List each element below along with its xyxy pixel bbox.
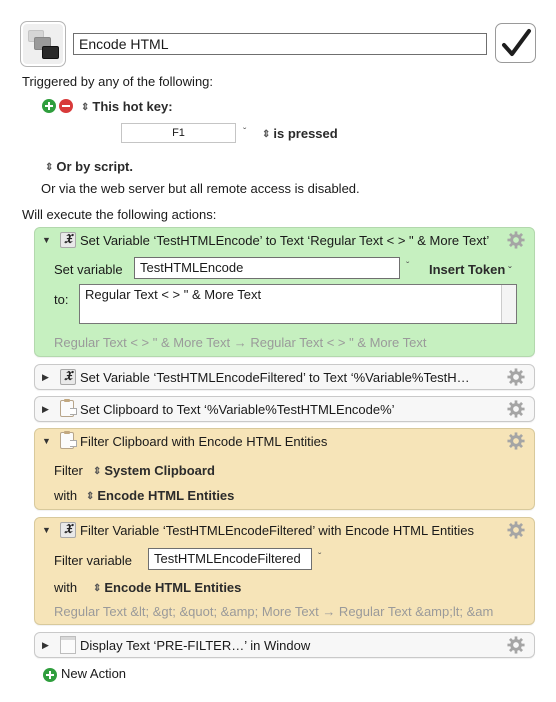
window-icon bbox=[60, 636, 76, 654]
gear-icon[interactable] bbox=[507, 636, 525, 654]
gear-icon[interactable] bbox=[507, 521, 525, 539]
updown-arrows-icon: ⇕ bbox=[93, 583, 102, 594]
updown-arrows-icon: ⇕ bbox=[93, 466, 102, 477]
with-label: with bbox=[54, 488, 78, 503]
triggers-heading: Triggered by any of the following: bbox=[22, 74, 214, 89]
hotkey-trigger-label: This hot key: bbox=[92, 99, 173, 114]
variable-x-icon: 𝔛 bbox=[60, 369, 76, 385]
action-title: Set Variable ‘TestHTMLEncodeFiltered’ to… bbox=[80, 370, 470, 385]
updown-arrows-icon: ⇕ bbox=[86, 491, 95, 502]
action-title: Filter Variable ‘TestHTMLEncodeFiltered’… bbox=[80, 523, 474, 538]
action-set-variable-filtered[interactable]: ▶ 𝔛 Set Variable ‘TestHTMLEncodeFiltered… bbox=[34, 364, 535, 390]
action-title: Set Variable ‘TestHTMLEncode’ to Text ‘R… bbox=[80, 233, 490, 248]
filter-label: Filter bbox=[54, 463, 83, 478]
filter-source-popup[interactable]: ⇕ System Clipboard bbox=[93, 463, 215, 478]
script-trigger-popup[interactable]: ⇕ Or by script. bbox=[45, 159, 133, 174]
with-label: with bbox=[54, 580, 78, 595]
hotkey-chevron-down-icon[interactable]: ˇ bbox=[243, 127, 246, 138]
filter-type-popup[interactable]: ⇕ Encode HTML Entities bbox=[86, 488, 234, 503]
window-shape bbox=[42, 46, 59, 59]
macro-icon[interactable] bbox=[20, 21, 66, 67]
hotkey-condition-popup[interactable]: ⇕ is pressed bbox=[262, 126, 338, 141]
variable-chevron-down-icon[interactable]: ˇ bbox=[318, 552, 321, 563]
action-header[interactable]: ▼ Filter Clipboard with Encode HTML Enti… bbox=[35, 429, 534, 453]
web-server-note: Or via the web server but all remote acc… bbox=[41, 181, 360, 196]
action-header[interactable]: ▼ 𝔛 Set Variable ‘TestHTMLEncode’ to Tex… bbox=[35, 228, 534, 252]
insert-token-label: Insert Token bbox=[429, 262, 506, 277]
filter-type-value: Encode HTML Entities bbox=[97, 488, 235, 503]
hotkey-input[interactable]: F1 bbox=[121, 123, 236, 143]
gear-icon[interactable] bbox=[507, 432, 525, 450]
script-trigger-label: Or by script. bbox=[56, 159, 133, 174]
filter-variable-label: Filter variable bbox=[54, 553, 133, 568]
action-display-text[interactable]: ▶ Display Text ‘PRE-FILTER…’ in Window bbox=[34, 632, 535, 658]
action-header[interactable]: ▶ Set Clipboard to Text ‘%Variable%TestH… bbox=[35, 397, 534, 421]
plus-circle-icon[interactable] bbox=[42, 99, 56, 113]
hotkey-condition-label: is pressed bbox=[273, 126, 338, 141]
action-filter-clipboard[interactable]: ▼ Filter Clipboard with Encode HTML Enti… bbox=[34, 428, 535, 510]
filter-type-value: Encode HTML Entities bbox=[104, 580, 242, 595]
checkmark-icon bbox=[502, 29, 531, 56]
action-preview: Regular Text &lt; &gt; &quot; &amp; More… bbox=[54, 604, 494, 619]
disclosure-triangle-expanded-icon[interactable]: ▼ bbox=[42, 235, 51, 245]
macro-name-input[interactable]: Encode HTML bbox=[73, 33, 487, 55]
action-title: Filter Clipboard with Encode HTML Entiti… bbox=[80, 434, 328, 449]
filter-type-popup[interactable]: ⇕ Encode HTML Entities bbox=[93, 580, 241, 595]
chevron-down-icon: ˇ bbox=[505, 266, 512, 277]
updown-arrows-icon: ⇕ bbox=[81, 102, 90, 113]
gear-icon[interactable] bbox=[507, 368, 525, 386]
gear-icon[interactable] bbox=[507, 231, 525, 249]
macro-enabled-checkbox[interactable] bbox=[495, 23, 536, 63]
variable-name-input[interactable]: TestHTMLEncode bbox=[134, 257, 400, 279]
filter-variable-input[interactable]: TestHTMLEncodeFiltered bbox=[148, 548, 312, 570]
text-value: Regular Text < > " & More Text bbox=[85, 287, 262, 302]
disclosure-triangle-collapsed-icon[interactable]: ▶ bbox=[42, 640, 49, 651]
clipboard-icon bbox=[60, 431, 77, 449]
new-action-button[interactable]: New Action bbox=[61, 666, 126, 681]
filter-source-value: System Clipboard bbox=[104, 463, 215, 478]
minus-circle-icon[interactable] bbox=[59, 99, 73, 113]
set-variable-label: Set variable bbox=[54, 262, 123, 277]
disclosure-triangle-collapsed-icon[interactable]: ▶ bbox=[42, 404, 49, 415]
scrollbar[interactable] bbox=[501, 285, 516, 323]
gear-icon[interactable] bbox=[507, 400, 525, 418]
actions-heading: Will execute the following actions: bbox=[22, 207, 217, 222]
action-filter-variable[interactable]: ▼ 𝔛 Filter Variable ‘TestHTMLEncodeFilte… bbox=[34, 517, 535, 625]
text-value-textarea[interactable]: Regular Text < > " & More Text bbox=[79, 284, 517, 324]
variable-chevron-down-icon[interactable]: ˇ bbox=[406, 261, 409, 272]
action-header[interactable]: ▶ 𝔛 Set Variable ‘TestHTMLEncodeFiltered… bbox=[35, 365, 534, 389]
clipboard-icon bbox=[60, 399, 77, 417]
updown-arrows-icon: ⇕ bbox=[45, 162, 54, 173]
disclosure-triangle-expanded-icon[interactable]: ▼ bbox=[42, 436, 51, 446]
to-label: to: bbox=[54, 292, 69, 307]
variable-x-icon: 𝔛 bbox=[60, 522, 76, 538]
disclosure-triangle-expanded-icon[interactable]: ▼ bbox=[42, 525, 51, 535]
plus-circle-icon[interactable] bbox=[43, 668, 57, 682]
disclosure-triangle-collapsed-icon[interactable]: ▶ bbox=[42, 372, 49, 383]
insert-token-button[interactable]: Insert Token ˇ bbox=[429, 262, 511, 277]
action-preview: Regular Text < > " & More Text → Regular… bbox=[54, 335, 427, 350]
action-title: Set Clipboard to Text ‘%Variable%TestHTM… bbox=[80, 402, 395, 417]
hotkey-trigger-popup[interactable]: ⇕ This hot key: bbox=[81, 99, 173, 114]
action-title: Display Text ‘PRE-FILTER…’ in Window bbox=[80, 638, 311, 653]
action-header[interactable]: ▶ Display Text ‘PRE-FILTER…’ in Window bbox=[35, 633, 534, 657]
action-set-clipboard[interactable]: ▶ Set Clipboard to Text ‘%Variable%TestH… bbox=[34, 396, 535, 422]
updown-arrows-icon: ⇕ bbox=[262, 129, 271, 140]
action-header[interactable]: ▼ 𝔛 Filter Variable ‘TestHTMLEncodeFilte… bbox=[35, 518, 534, 542]
action-set-variable[interactable]: ▼ 𝔛 Set Variable ‘TestHTMLEncode’ to Tex… bbox=[34, 227, 535, 357]
variable-x-icon: 𝔛 bbox=[60, 232, 76, 248]
